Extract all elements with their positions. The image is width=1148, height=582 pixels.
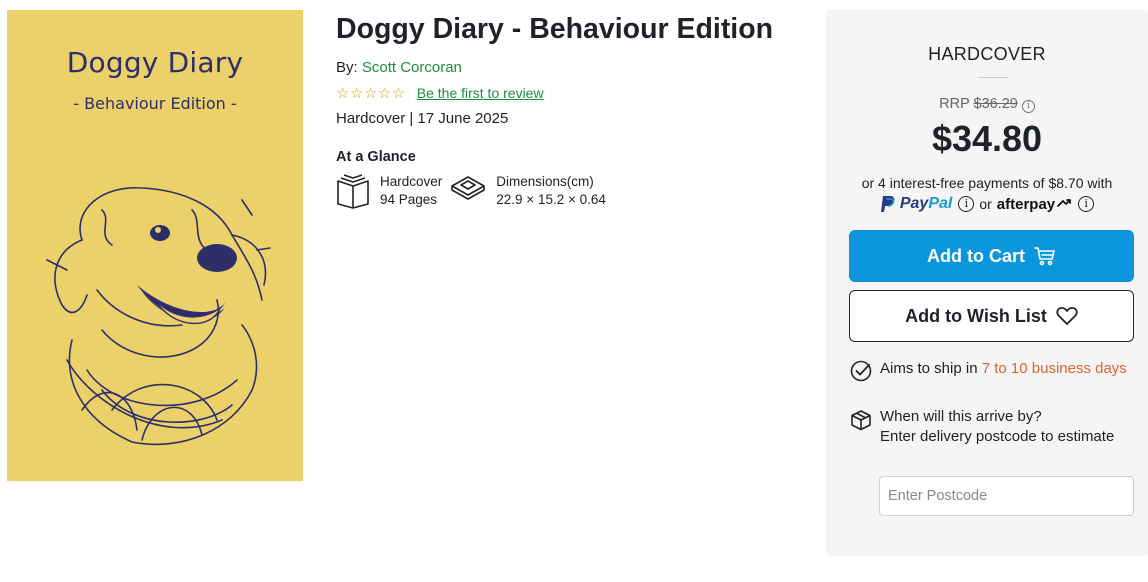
- or-text: or: [979, 196, 992, 212]
- cover-title: Doggy Diary: [66, 46, 244, 79]
- afterpay-arrows-icon: [1057, 199, 1072, 207]
- at-a-glance: Hardcover 94 Pages Dimensions(cm) 22.9 ×…: [336, 173, 806, 209]
- installments-text: or 4 interest-free payments of $8.70 wit…: [861, 175, 1113, 191]
- at-a-glance-heading: At a Glance: [336, 149, 416, 165]
- by-label: By:: [336, 59, 358, 76]
- format-date: Hardcover | 17 June 2025: [336, 110, 509, 127]
- glance-dimensions: Dimensions(cm) 22.9 × 15.2 × 0.64: [450, 173, 606, 209]
- glance-dimensions-label: Dimensions(cm): [496, 174, 594, 189]
- add-to-cart-button[interactable]: Add to Cart: [849, 230, 1134, 282]
- paypal-logo-icon: [880, 196, 895, 212]
- cart-icon: [1034, 247, 1055, 266]
- check-circle-icon: [850, 360, 872, 382]
- arrive-hint: Enter delivery postcode to estimate: [880, 428, 1115, 445]
- rrp-label: RRP: [939, 96, 970, 112]
- book-cover-image[interactable]: Doggy Diary - Behaviour Edition -: [7, 10, 303, 481]
- purchase-panel: HARDCOVER RRP $36.29 i $34.80 or 4 inter…: [826, 10, 1148, 556]
- byline: By: Scott Corcoran: [336, 59, 806, 76]
- rrp-row: RRP $36.29 i: [826, 96, 1148, 113]
- arrive-question: When will this arrive by?: [880, 408, 1042, 425]
- postcode-input[interactable]: [879, 476, 1134, 516]
- rrp-info-icon[interactable]: i: [1021, 100, 1035, 113]
- payment-options: PayPal i or afterpay i: [826, 195, 1148, 213]
- price: $34.80: [931, 118, 1043, 159]
- paypal-logo-text-pal: Pal: [928, 195, 953, 212]
- package-icon: [851, 410, 871, 431]
- product-title: Doggy Diary - Behaviour Edition: [336, 13, 774, 45]
- ship-prefix: Aims to ship in: [880, 360, 978, 377]
- afterpay-info-icon[interactable]: i: [1078, 196, 1095, 212]
- divider: [978, 77, 1008, 78]
- heart-icon: [1056, 307, 1078, 325]
- glance-format-type: Hardcover: [380, 174, 443, 189]
- rrp-value: $36.29: [973, 96, 1018, 112]
- add-to-wishlist-button[interactable]: Add to Wish List: [849, 290, 1134, 342]
- add-to-wishlist-label: Add to Wish List: [905, 305, 1047, 326]
- glance-format: Hardcover 94 Pages: [336, 173, 442, 209]
- delivery-estimate: When will this arrive by? Enter delivery…: [850, 407, 1130, 447]
- shipping-estimate: Aims to ship in 7 to 10 business days: [850, 358, 1130, 382]
- product-info: Doggy Diary - Behaviour Edition By: Scot…: [336, 12, 806, 209]
- first-review-link[interactable]: Be the first to review: [417, 85, 544, 101]
- add-to-cart-label: Add to Cart: [927, 245, 1025, 266]
- glance-dimensions-value: 22.9 × 15.2 × 0.64: [496, 192, 606, 207]
- dimensions-icon: [451, 176, 486, 200]
- cover-subtitle: - Behaviour Edition -: [73, 94, 237, 113]
- afterpay-logo: afterpay: [996, 195, 1056, 213]
- paypal-logo-text-pay: Pay: [899, 195, 929, 212]
- format-heading: HARDCOVER: [928, 44, 1046, 64]
- ship-window: 7 to 10 business days: [981, 360, 1127, 377]
- author-link[interactable]: Scott Corcoran: [362, 59, 462, 76]
- rating-row: ☆☆☆☆☆ Be the first to review: [336, 84, 806, 102]
- book-icon: [337, 174, 369, 209]
- paypal-info-icon[interactable]: i: [958, 196, 975, 212]
- dog-illustration: [46, 187, 271, 446]
- star-rating-icon: ☆☆☆☆☆: [336, 85, 406, 102]
- glance-page-count: 94 Pages: [380, 192, 438, 207]
- paypal-logo: PayPal: [900, 195, 952, 213]
